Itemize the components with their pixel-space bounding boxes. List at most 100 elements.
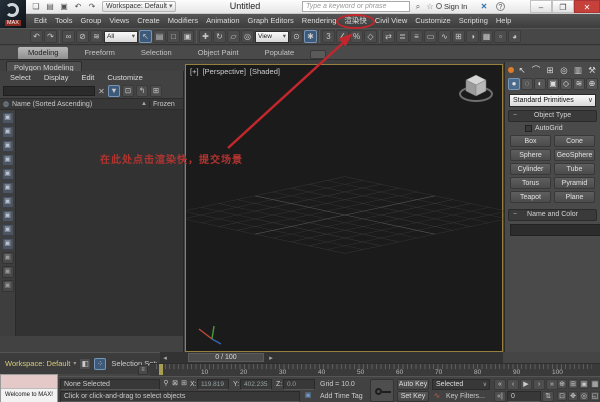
toggle-ribbon-button[interactable]	[424, 30, 437, 43]
search-icon[interactable]: ⌕	[412, 1, 424, 12]
open-file-button[interactable]: ▤	[44, 1, 56, 12]
shapes-category-icon[interactable]: ◌	[521, 78, 533, 90]
geosphere-button[interactable]: GeoSphere	[554, 149, 595, 161]
favorites-star-icon[interactable]: ☆	[424, 1, 436, 12]
time-slider[interactable]: ◂ 0 / 100 ▸	[160, 352, 503, 363]
current-frame-marker[interactable]	[159, 364, 163, 375]
previous-frame-icon[interactable]: ◂	[160, 354, 170, 362]
maximize-viewport-toggle-icon[interactable]: ◱	[590, 391, 600, 401]
menu-animation[interactable]: Animation	[202, 14, 243, 28]
ribbon-tab-freeform[interactable]: Freeform	[74, 47, 124, 59]
select-by-name-button[interactable]	[153, 30, 166, 43]
selection-set-icon[interactable]: ⁘	[94, 357, 107, 370]
select-children-icon[interactable]: ⊞	[150, 85, 162, 97]
menu-help[interactable]: Help	[492, 14, 515, 28]
select-object-button[interactable]	[139, 30, 152, 43]
name-column-header[interactable]: Name (Sorted Ascending)	[12, 101, 141, 108]
plane-button[interactable]: Plane	[554, 191, 595, 203]
time-slider-frame-display[interactable]: 0 / 100	[188, 353, 264, 362]
auto-key-button[interactable]: Auto Key	[397, 379, 429, 390]
space-warps-category-icon[interactable]: ≋	[573, 78, 585, 90]
x-coordinate-field[interactable]: 119.819	[197, 379, 229, 390]
explorer-object-list[interactable]	[0, 110, 183, 336]
helpers-category-icon[interactable]: ◇	[560, 78, 572, 90]
explorer-menu-display[interactable]: Display	[44, 73, 69, 82]
select-and-move-button[interactable]	[199, 30, 212, 43]
select-and-place-button[interactable]	[241, 30, 254, 43]
torus-button[interactable]: Torus	[510, 177, 551, 189]
pick-parent-icon[interactable]: ↰	[136, 85, 148, 97]
material-editor-button[interactable]	[466, 30, 479, 43]
angle-snap-button[interactable]	[336, 30, 349, 43]
display-toggle-icon[interactable]	[1, 210, 14, 222]
display-toggle-icon[interactable]	[1, 196, 14, 208]
menu-render-plugin[interactable]: 渲染快	[336, 14, 375, 29]
key-mode-dropdown[interactable]: Selected	[432, 379, 490, 390]
zoom-extents-icon[interactable]: ▣	[579, 379, 589, 389]
explorer-filter-icon[interactable]: ▼	[108, 85, 120, 97]
display-toggle-icon[interactable]	[1, 252, 14, 264]
ribbon-tab-populate[interactable]: Populate	[255, 47, 305, 59]
lights-category-icon[interactable]: ◐	[534, 78, 546, 90]
name-and-color-rollout-header[interactable]: Name and Color	[508, 209, 597, 221]
display-toggle-icon[interactable]	[1, 154, 14, 166]
select-and-scale-button[interactable]	[227, 30, 240, 43]
tab-create-icon[interactable]: ↖	[516, 64, 528, 76]
add-time-tag-label[interactable]: Add Time Tag	[320, 391, 363, 402]
menu-edit[interactable]: Edit	[30, 14, 51, 28]
viewcube[interactable]	[454, 67, 498, 107]
redo-scene-button[interactable]	[44, 30, 57, 43]
explorer-menu-edit[interactable]: Edit	[81, 73, 94, 82]
menu-modifiers[interactable]: Modifiers	[164, 14, 202, 28]
select-and-manipulate-button[interactable]	[304, 30, 317, 43]
viewport-shading-menu[interactable]: [Shaded]	[250, 67, 280, 76]
unlink-selection-button[interactable]	[76, 30, 89, 43]
render-production-button[interactable]	[508, 30, 521, 43]
object-type-rollout-header[interactable]: Object Type	[508, 110, 597, 122]
explorer-search-input[interactable]	[3, 86, 95, 96]
cone-button[interactable]: Cone	[554, 135, 595, 147]
tab-hierarchy-icon[interactable]: ⊞	[544, 64, 556, 76]
viewport-view-menu[interactable]: [Perspective]	[203, 67, 246, 76]
geometry-category-icon[interactable]: ●	[508, 78, 520, 90]
isolate-selection-icon[interactable]: ◧	[79, 357, 92, 370]
sign-in-button[interactable]: Sign In	[444, 2, 467, 11]
autodesk-exchange-icon[interactable]: ✕	[478, 1, 490, 12]
clear-search-icon[interactable]: ✕	[97, 87, 106, 96]
frozen-column-header[interactable]: Frozen	[149, 100, 183, 108]
snap-toggle-3d-button[interactable]	[322, 30, 335, 43]
frame-spinner[interactable]: ⇅	[542, 391, 554, 402]
display-toggle-icon[interactable]	[1, 224, 14, 236]
set-key-button[interactable]: Set Key	[397, 391, 429, 402]
tab-display-icon[interactable]: ▥	[572, 64, 584, 76]
display-toggle-icon[interactable]	[1, 266, 14, 278]
object-name-field[interactable]	[510, 224, 600, 236]
mirror-button[interactable]	[382, 30, 395, 43]
rendered-frame-window-button[interactable]	[494, 30, 507, 43]
workspace-caret-icon[interactable]: ▾	[73, 360, 76, 367]
explorer-menu-select[interactable]: Select	[10, 73, 31, 82]
key-filters-button[interactable]: Key Filters...	[446, 391, 485, 402]
tab-modify-icon[interactable]: ⌒	[530, 64, 542, 76]
schematic-view-button[interactable]	[452, 30, 465, 43]
display-toggle-icon[interactable]	[1, 238, 14, 250]
redo-button[interactable]: ↷	[86, 1, 98, 12]
select-and-rotate-button[interactable]	[213, 30, 226, 43]
menu-rendering[interactable]: Rendering	[298, 14, 341, 28]
orbit-icon[interactable]: ◎	[579, 391, 589, 401]
spinner-snap-button[interactable]	[364, 30, 377, 43]
menu-group[interactable]: Group	[76, 14, 105, 28]
use-pivot-point-button[interactable]	[290, 30, 303, 43]
display-toggle-icon[interactable]	[1, 140, 14, 152]
next-frame-icon[interactable]: ▸	[266, 354, 276, 362]
ribbon-options-icon[interactable]	[310, 50, 327, 59]
previous-frame-icon[interactable]: ‹	[507, 379, 519, 390]
menu-views[interactable]: Views	[105, 14, 133, 28]
set-keys-button[interactable]	[370, 379, 394, 402]
window-close-button[interactable]: ✕	[574, 0, 600, 13]
primitive-category-dropdown[interactable]: Standard Primitives	[509, 94, 596, 107]
welcome-window[interactable]: Welcome to MAX!	[0, 374, 58, 402]
current-frame-field[interactable]: 0	[507, 391, 541, 402]
display-toggle-icon[interactable]	[1, 126, 14, 138]
align-button[interactable]	[396, 30, 409, 43]
